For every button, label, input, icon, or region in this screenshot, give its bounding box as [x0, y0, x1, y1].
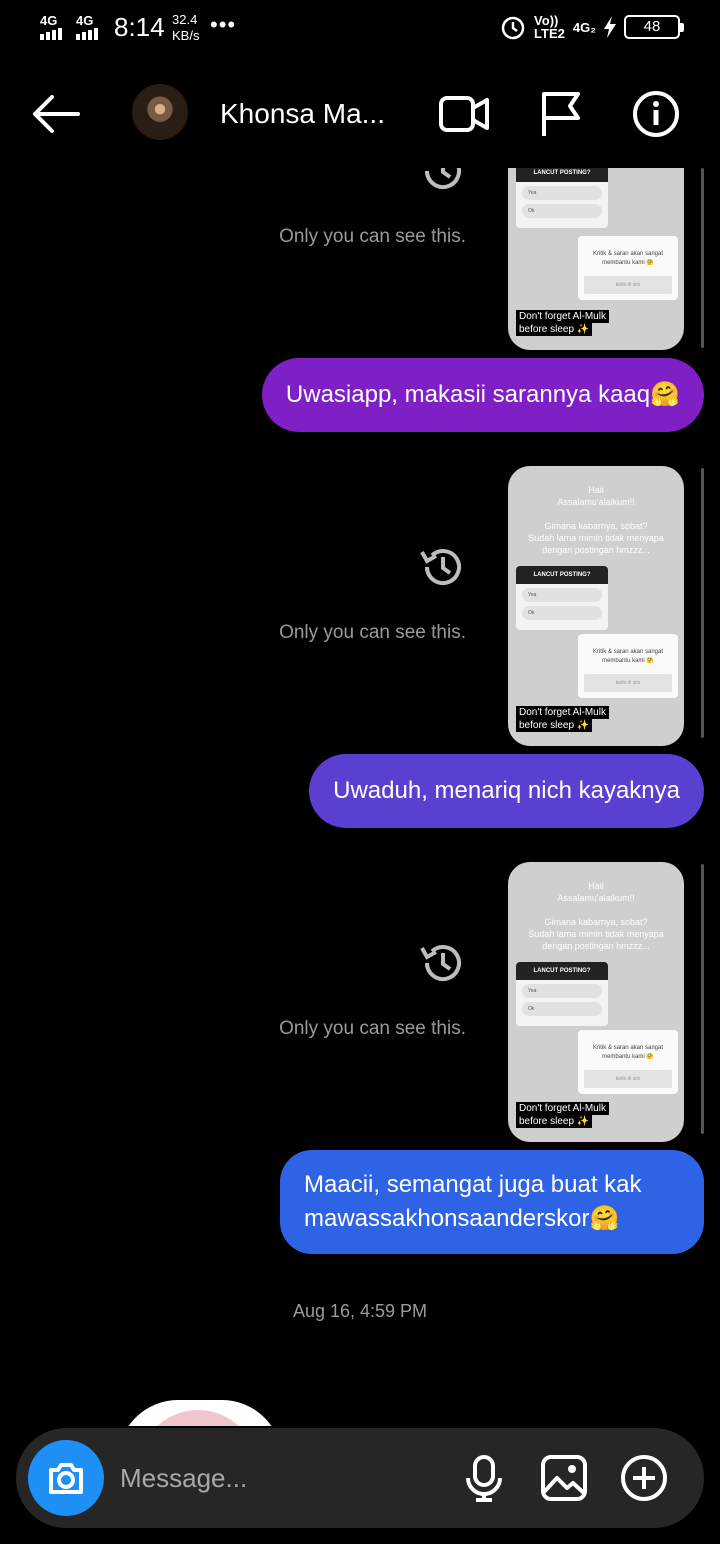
- network-type-3: 4G₂: [572, 19, 596, 35]
- question-sticker: Kritik & saran akan sangat membantu kami…: [578, 236, 678, 300]
- question-text-2: membantu kami 🤗: [602, 260, 654, 266]
- more-notifications-icon: •••: [210, 12, 237, 37]
- flag-icon[interactable]: [536, 90, 588, 138]
- story-scrollbar: [701, 168, 704, 348]
- text-sticker-2: before sleep ✨: [516, 1115, 593, 1128]
- story-line: Sudah lama mimin tidak menyapa: [528, 929, 664, 939]
- poll-option: Ok: [522, 606, 602, 620]
- story-text: Haii Assalamu'alaikum!! Gimana kabarnya,…: [508, 484, 684, 556]
- story-line: Assalamu'alaikum!!: [557, 893, 635, 903]
- poll-sticker: LANCUT POSTING? Yea Ok: [516, 962, 608, 1026]
- text-sticker: Don't forget Al-Mulk: [516, 706, 609, 719]
- question-text: Kritik & saran akan sangat: [592, 251, 664, 257]
- only-you-note: Only you can see this.: [279, 1018, 466, 1039]
- story-line: dengan postingan hmzzz...: [542, 941, 650, 951]
- story-preview[interactable]: Haii Assalamu'alaikum!! Gimana kabarnya,…: [508, 862, 684, 1142]
- question-answer: ketik di sini: [584, 674, 672, 692]
- story-line: Gimana kabarnya, sobat?: [544, 917, 648, 927]
- question-text: Kritik & saran akan sangat: [592, 1045, 664, 1051]
- clock: 8:14: [114, 12, 165, 42]
- only-you-note: Only you can see this.: [279, 226, 466, 247]
- battery-icon: 48: [624, 15, 684, 39]
- incoming-sticker[interactable]: [118, 1400, 282, 1426]
- microphone-icon[interactable]: [460, 1454, 508, 1502]
- speed-value: 32.4: [172, 12, 198, 27]
- story-line: dengan postingan hmzzz...: [542, 545, 650, 555]
- question-sticker: Kritik & saran akan sangat membantu kami…: [578, 1030, 678, 1094]
- back-arrow-icon[interactable]: [30, 92, 82, 136]
- history-icon: [425, 168, 461, 189]
- history-icon: [420, 945, 461, 981]
- question-answer: ketik di sini: [584, 1070, 672, 1088]
- video-call-icon[interactable]: [438, 90, 490, 138]
- charging-icon: [604, 16, 616, 38]
- story-scrollbar: [701, 864, 704, 1134]
- question-sticker: Kritik & saran akan sangat membantu kami…: [578, 634, 678, 698]
- poll-option: Yea: [522, 984, 602, 998]
- poll-option: Ok: [522, 204, 602, 218]
- story-scrollbar: [701, 468, 704, 738]
- contact-name[interactable]: Khonsa Ma...: [220, 98, 390, 130]
- text-sticker-2: before sleep ✨: [516, 719, 593, 732]
- story-preview[interactable]: Haii Assalamu'alaikum!! Gimana kabarnya,…: [508, 466, 684, 746]
- message-bubble[interactable]: Maacii, semangat juga buat kak mawassakh…: [280, 1150, 704, 1254]
- volte-indicator: Vo)) LTE2: [534, 14, 565, 40]
- story-line: Haii: [588, 485, 604, 495]
- history-icon: [420, 549, 461, 585]
- only-you-note: Only you can see this.: [279, 622, 466, 643]
- poll-sticker: LANCUT POSTING? Yea Ok: [516, 168, 608, 228]
- poll-option: Yea: [522, 588, 602, 602]
- poll-option: Yea: [522, 186, 602, 200]
- question-text-2: membantu kami 🤗: [602, 1054, 654, 1060]
- text-sticker-2: before sleep ✨: [516, 323, 593, 336]
- lte-label: LTE2: [534, 26, 565, 41]
- story-line: Gimana kabarnya, sobat?: [544, 521, 648, 531]
- network-type-1: 4G: [40, 13, 58, 28]
- story-text: Haii Assalamu'alaikum!! Gimana kabarnya,…: [508, 880, 684, 952]
- network-speed: 32.4 KB/s: [172, 12, 199, 44]
- story-preview[interactable]: LANCUT POSTING? Yea Ok Kritik & saran ak…: [508, 168, 684, 350]
- message-timestamp: Aug 16, 4:59 PM: [292, 1301, 428, 1321]
- status-bar: 4G 4G 8:14 32.4 KB/s ••• Vo)) LTE2 4G₂ 4…: [0, 0, 720, 58]
- text-sticker: Don't forget Al-Mulk: [516, 1102, 609, 1115]
- network-type-2: 4G: [76, 13, 94, 28]
- story-line: Sudah lama mimin tidak menyapa: [528, 533, 664, 543]
- question-answer: ketik di sini: [584, 276, 672, 294]
- message-list[interactable]: Only you can see this. LANCUT POSTING? Y…: [0, 168, 720, 1426]
- speed-unit: KB/s: [172, 28, 200, 43]
- chat-header: Khonsa Ma...: [0, 70, 720, 160]
- plus-icon[interactable]: [620, 1454, 668, 1502]
- poll-option: Ok: [522, 1002, 602, 1016]
- message-bubble[interactable]: Uwasiapp, makasii sarannya kaaq🤗: [261, 358, 704, 432]
- poll-sticker: LANCUT POSTING? Yea Ok: [516, 566, 608, 630]
- signal-icon-2: [76, 28, 98, 40]
- signal-icon-1: [40, 28, 62, 40]
- text-sticker: Don't forget Al-Mulk: [516, 310, 609, 323]
- question-text-2: membantu kami 🤗: [602, 658, 654, 664]
- message-input[interactable]: [120, 1456, 440, 1500]
- avatar[interactable]: [132, 84, 188, 140]
- question-text: Kritik & saran akan sangat: [592, 649, 664, 655]
- camera-button[interactable]: [28, 1440, 104, 1516]
- info-icon[interactable]: [630, 90, 682, 138]
- camera-icon: [49, 1463, 83, 1494]
- poll-title: LANCUT POSTING?: [516, 566, 608, 584]
- status-right: Vo)) LTE2 4G₂ 48: [500, 14, 684, 40]
- message-bubble[interactable]: Uwaduh, menariq nich kayaknya: [309, 754, 704, 828]
- story-line: Haii: [588, 881, 604, 891]
- message-composer: [16, 1428, 704, 1528]
- gallery-icon[interactable]: [540, 1454, 588, 1502]
- poll-title: LANCUT POSTING?: [516, 168, 608, 182]
- poll-title: LANCUT POSTING?: [516, 962, 608, 980]
- alarm-icon: [501, 16, 525, 40]
- story-line: Assalamu'alaikum!!: [557, 497, 635, 507]
